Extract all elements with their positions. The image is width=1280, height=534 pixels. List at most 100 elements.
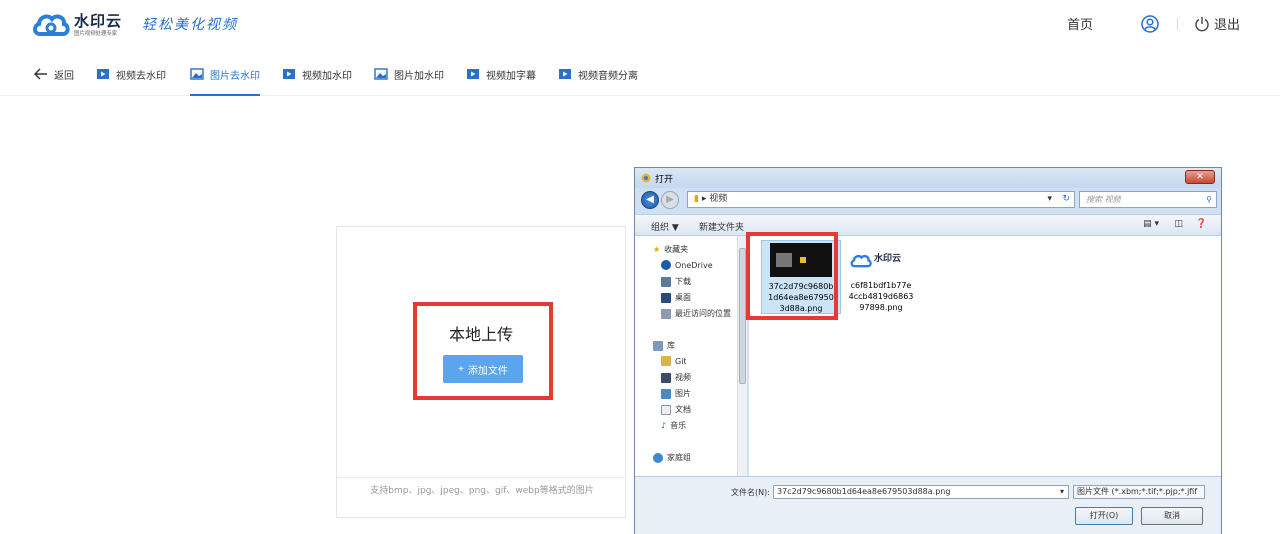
upload-hint: 支持bmp、jpg、jpeg、png、gif、webp等格式的图片: [370, 486, 594, 496]
tool-tabs: 返回 视频去水印 图片去水印 视频加水印 图片加水印 视频加字幕 视频音频分离: [0, 52, 1280, 96]
homegroup-icon: [653, 452, 663, 463]
address-row: ◀ ▶ ▮ ▸ 视频 ▾ ↻ 搜索 视频 ⚲: [639, 190, 1219, 210]
logo-subtitle: 图片视频处理专家: [74, 30, 118, 37]
nav-label: 文档: [675, 405, 691, 414]
filetype-select[interactable]: 图片文件 (*.xbm;*.tif;*.pjp;*.jfif: [1073, 485, 1205, 499]
chevron-down-icon[interactable]: ▾: [1060, 486, 1064, 498]
desktop-icon: [661, 292, 671, 303]
close-button[interactable]: ✕: [1185, 170, 1215, 184]
folder-icon: ▮: [694, 194, 699, 204]
image-icon: [190, 68, 204, 80]
nav-label: 下载: [675, 277, 691, 286]
filename-value: 37c2d79c9680b1d64ea8e679503d88a.png: [777, 487, 951, 496]
power-icon[interactable]: [1194, 16, 1210, 32]
slogan: 轻松美化视频: [142, 17, 238, 33]
address-dropdown-icon[interactable]: ▾: [1047, 192, 1052, 207]
command-bar: 组织 ▼ 新建文件夹 ▤ ▾ ◫ ❓: [635, 214, 1221, 236]
home-link[interactable]: 首页: [1067, 14, 1093, 33]
tab-image-remove-watermark[interactable]: 图片去水印: [190, 52, 260, 96]
tab-label: 图片去水印: [210, 70, 260, 82]
nav-item-desktop[interactable]: 桌面: [661, 292, 691, 303]
nav-item-recent[interactable]: 最近访问的位置: [661, 308, 731, 319]
filename-input[interactable]: 37c2d79c9680b1d64ea8e679503d88a.png ▾: [773, 485, 1069, 499]
nav-label: 图片: [675, 389, 691, 398]
refresh-icon[interactable]: ↻: [1062, 192, 1070, 207]
file-name-line: 4ccb4819d6863: [848, 292, 914, 301]
logo-cloud-icon: [33, 14, 70, 36]
open-button[interactable]: 打开(O): [1075, 507, 1133, 525]
file-item[interactable]: 水印云 c6f81bdf1b77e 4ccb4819d6863 97898.pn…: [841, 240, 921, 314]
preview-pane-icon[interactable]: ◫: [1174, 219, 1183, 229]
nav-label: 视频: [675, 373, 691, 382]
nav-label: 桌面: [675, 293, 691, 302]
folder-icon: [661, 356, 671, 366]
nav-scrollbar-thumb[interactable]: [739, 248, 746, 384]
tab-label: 视频加水印: [302, 70, 352, 82]
nav-item-documents[interactable]: 文档: [661, 404, 691, 415]
nav-item-git[interactable]: Git: [661, 356, 687, 366]
user-icon[interactable]: [1141, 14, 1159, 33]
nav-label: 收藏夹: [664, 245, 689, 254]
cancel-button[interactable]: 取消: [1141, 507, 1203, 525]
video-icon: [559, 69, 571, 79]
view-options-icon[interactable]: ▤ ▾: [1143, 219, 1159, 229]
close-icon: ✕: [1196, 172, 1204, 182]
tab-video-audio-split[interactable]: 视频音频分离: [558, 52, 638, 96]
tab-video-add-watermark[interactable]: 视频加水印: [282, 52, 352, 96]
document-library-icon: [661, 404, 671, 415]
logo-name: 水印云: [74, 12, 123, 30]
chrome-icon: [641, 173, 651, 183]
page: 水印云 图片视频处理专家 轻松美化视频 首页 退出 返回 视频去水印 图片去水印…: [0, 0, 1280, 534]
music-icon: ♪: [661, 421, 667, 430]
highlight-box-file: [746, 232, 838, 320]
filetype-value: 图片文件 (*.xbm;*.tif;*.pjp;*.jfif: [1077, 487, 1198, 496]
video-icon: [283, 69, 295, 79]
new-folder-button[interactable]: 新建文件夹: [699, 220, 744, 233]
tab-video-remove-watermark[interactable]: 视频去水印: [96, 52, 166, 96]
nav-label: 家庭组: [667, 453, 691, 462]
dialog-footer: 文件名(N): 37c2d79c9680b1d64ea8e679503d88a.…: [635, 476, 1221, 534]
organize-menu[interactable]: 组织 ▼: [651, 220, 679, 233]
thumbnail-logo-text: 水印云: [874, 254, 902, 264]
nav-label: OneDrive: [675, 260, 713, 270]
filename-label: 文件名(N):: [731, 488, 770, 497]
nav-item-onedrive[interactable]: OneDrive: [661, 260, 713, 270]
tab-label: 视频音频分离: [578, 70, 638, 82]
search-input[interactable]: 搜索 视频 ⚲: [1079, 191, 1217, 208]
cloud-icon: [661, 260, 671, 270]
logo[interactable]: 水印云 图片视频处理专家: [32, 10, 122, 40]
nav-label: Git: [675, 356, 687, 366]
back-button[interactable]: 返回: [34, 52, 74, 96]
tab-video-add-subtitles[interactable]: 视频加字幕: [466, 52, 536, 96]
tab-image-add-watermark[interactable]: 图片加水印: [374, 52, 444, 96]
nav-item-pictures[interactable]: 图片: [661, 388, 691, 399]
nav-item-music[interactable]: ♪ 音乐: [661, 420, 686, 431]
nav-item-libraries[interactable]: 库: [653, 340, 675, 351]
back-label: 返回: [54, 70, 74, 82]
nav-item-downloads[interactable]: 下载: [661, 276, 691, 287]
nav-forward-button[interactable]: ▶: [661, 191, 679, 209]
tab-label: 图片加水印: [394, 70, 444, 82]
header-nav: 首页 退出: [1067, 14, 1240, 33]
upload-hint-area: 支持bmp、jpg、jpeg、png、gif、webp等格式的图片: [337, 477, 625, 519]
search-placeholder: 搜索 视频: [1086, 195, 1121, 204]
address-bar[interactable]: ▮ ▸ 视频 ▾ ↻: [687, 191, 1075, 208]
file-open-dialog: 打开 ✕ ◀ ▶ ▮ ▸ 视频 ▾ ↻ 搜索 视频 ⚲ 组织 ▼ 新建文件夹 ▤…: [634, 167, 1222, 534]
dialog-titlebar: 打开 ✕: [635, 168, 1221, 188]
tab-label: 视频加字幕: [486, 70, 536, 82]
file-name-line: 97898.png: [859, 303, 903, 312]
nav-item-videos[interactable]: 视频: [661, 372, 691, 383]
nav-back-button[interactable]: ◀: [641, 191, 659, 209]
library-icon: [653, 340, 663, 351]
nav-item-favorites[interactable]: ★ 收藏夹: [653, 244, 688, 255]
video-icon: [467, 69, 479, 79]
help-icon[interactable]: ❓: [1196, 219, 1207, 229]
logo-cloud-icon: [850, 254, 872, 268]
highlight-box-upload: [413, 302, 553, 400]
logout-link[interactable]: 退出: [1214, 14, 1240, 33]
file-name-line: c6f81bdf1b77e: [850, 281, 912, 290]
dialog-title: 打开: [655, 175, 674, 185]
nav-label: 库: [667, 341, 675, 350]
download-icon: [661, 276, 671, 287]
nav-item-homegroup[interactable]: 家庭组: [653, 452, 691, 463]
